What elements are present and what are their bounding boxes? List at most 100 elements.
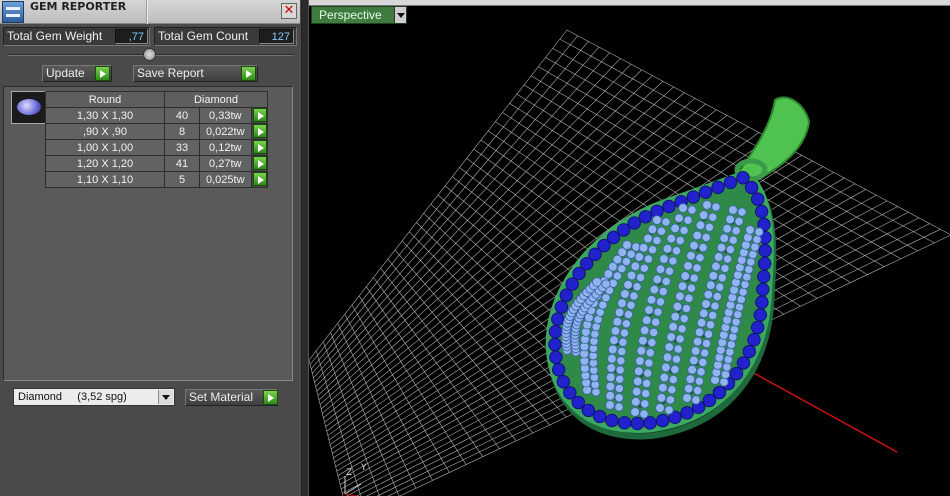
- inner-stone: [649, 284, 660, 295]
- outer-stone: [617, 416, 632, 430]
- inner-stone: [667, 385, 677, 395]
- inner-stone: [723, 254, 733, 264]
- inner-stone: [631, 386, 642, 397]
- gem-table-row: 1,30 X 1,30 40 0,33tw: [45, 107, 269, 124]
- inner-stone: [687, 205, 697, 215]
- outer-stone: [680, 406, 694, 420]
- inner-stone: [655, 403, 665, 413]
- gem-table-row: 1,10 X 1,10 5 0,025tw: [45, 171, 269, 188]
- go-arrow-icon[interactable]: [252, 172, 267, 186]
- splitter-handle[interactable]: [143, 48, 156, 61]
- outer-stone: [742, 344, 756, 359]
- material-select-value: Diamond (3,52 spg): [18, 391, 127, 403]
- row-go-cell: [250, 171, 269, 188]
- go-arrow-icon[interactable]: [252, 124, 267, 138]
- outer-stone: [556, 375, 571, 389]
- inner-stone: [664, 405, 674, 415]
- inner-stone: [698, 357, 708, 367]
- go-arrow-icon[interactable]: [252, 140, 267, 154]
- outer-stone: [548, 337, 562, 352]
- inner-stone: [693, 385, 703, 396]
- inner-stone: [698, 210, 709, 220]
- inner-stone: [612, 316, 623, 327]
- inner-stone: [701, 232, 711, 243]
- inner-stone: [720, 369, 731, 380]
- inner-stone: [662, 244, 673, 254]
- update-go-icon[interactable]: [95, 66, 110, 81]
- outer-stone: [754, 204, 769, 219]
- inner-stone: [617, 298, 627, 309]
- gem-thumbnail-icon[interactable]: [11, 91, 46, 124]
- total-gem-weight-label: Total Gem Weight: [7, 29, 103, 43]
- inner-stone: [720, 263, 730, 273]
- inner-stone: [672, 301, 683, 312]
- scene-canvas[interactable]: ZY: [309, 0, 950, 496]
- inner-stone: [692, 263, 702, 273]
- inner-stone: [729, 324, 740, 335]
- set-material-go-icon[interactable]: [263, 390, 278, 405]
- inner-stone: [719, 233, 730, 244]
- gem-size-cell: 1,10 X 1,10: [45, 171, 165, 188]
- view-mode-dropdown[interactable]: Perspective: [311, 6, 407, 24]
- inner-stone: [605, 400, 615, 410]
- inner-stone: [652, 235, 662, 246]
- row-go-cell: [250, 123, 269, 140]
- inner-stone: [615, 365, 625, 375]
- outer-stone: [616, 223, 631, 237]
- inner-stone: [668, 321, 678, 332]
- inner-stone: [701, 338, 712, 349]
- inner-stone: [620, 289, 630, 299]
- dropdown-arrow-icon[interactable]: [158, 390, 173, 404]
- gem-table: Round Diamond 1,30 X 1,30 40 0,33tw ,90 X ,…: [45, 91, 269, 188]
- grid-line: [323, 341, 380, 496]
- go-arrow-icon[interactable]: [252, 108, 267, 122]
- material-row: Diamond (3,52 spg) Set Material: [0, 386, 300, 410]
- gem-weight-cell: 0,025tw: [199, 171, 252, 188]
- inner-stone: [666, 332, 676, 342]
- save-report-button[interactable]: Save Report: [133, 65, 258, 82]
- close-icon[interactable]: ✕: [281, 3, 297, 19]
- material-select[interactable]: Diamond (3,52 spg): [13, 388, 175, 406]
- inner-stone: [671, 246, 682, 256]
- inner-stone: [623, 279, 633, 290]
- inner-stone: [734, 216, 744, 226]
- inner-stone: [675, 236, 685, 246]
- inner-stone: [717, 273, 727, 283]
- inner-stone: [670, 311, 681, 322]
- inner-stone: [607, 344, 618, 355]
- inner-stone: [725, 347, 735, 357]
- inner-stone: [671, 354, 682, 364]
- total-gem-weight-value: ,77: [115, 29, 148, 44]
- inner-stone: [644, 305, 654, 315]
- inner-stone: [619, 328, 630, 338]
- title-bar: GEM REPORTER ✕: [0, 0, 300, 24]
- inner-stone: [656, 393, 667, 403]
- inner-stone: [668, 374, 678, 385]
- go-arrow-icon[interactable]: [252, 156, 267, 170]
- gem-list-area: Round Diamond 1,30 X 1,30 40 0,33tw ,90 X ,…: [3, 86, 293, 381]
- inner-stone: [647, 245, 658, 255]
- chevron-down-icon[interactable]: [393, 7, 406, 23]
- inner-stone: [614, 307, 625, 318]
- inner-stone: [683, 261, 693, 271]
- inner-stone: [725, 245, 736, 255]
- save-report-go-icon[interactable]: [241, 66, 256, 81]
- gem-table-row: 1,00 X 1,00 33 0,12tw: [45, 139, 269, 156]
- inner-stone: [742, 272, 752, 282]
- gem-size-cell: 1,30 X 1,30: [45, 107, 165, 124]
- inner-stone: [689, 355, 699, 366]
- inner-stone: [664, 342, 675, 352]
- inner-stone: [675, 334, 685, 344]
- 3d-viewport[interactable]: ZY Perspective: [308, 0, 950, 496]
- inner-stone: [740, 279, 750, 290]
- inner-stone: [745, 225, 755, 235]
- outer-stone: [755, 295, 769, 309]
- inner-stone: [609, 335, 619, 346]
- inner-stone: [655, 297, 666, 307]
- inner-stone: [649, 327, 659, 337]
- inner-stone: [703, 289, 714, 300]
- inner-stone: [622, 240, 632, 250]
- outer-stone: [753, 308, 767, 322]
- inner-stone: [636, 345, 647, 356]
- row-go-cell: [250, 155, 269, 172]
